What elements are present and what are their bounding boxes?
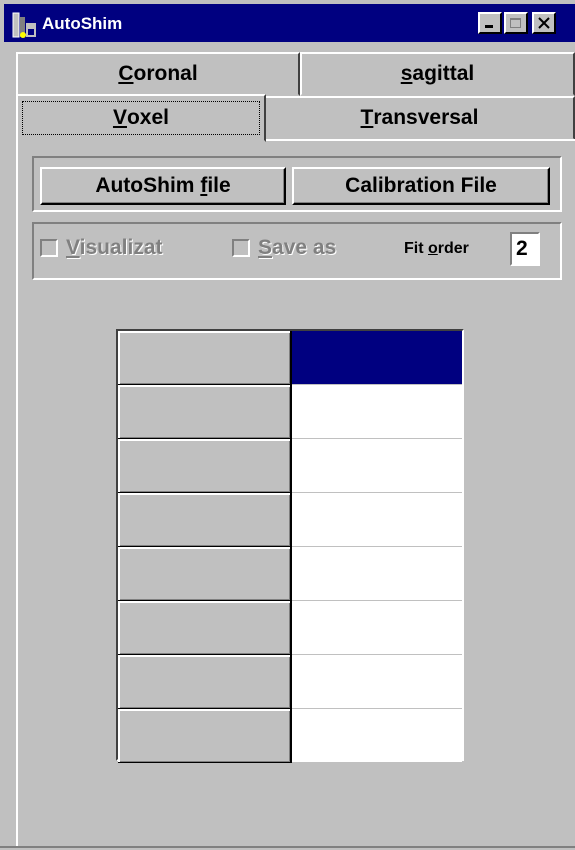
close-button[interactable] — [532, 12, 556, 34]
visualize-accel: V — [66, 236, 80, 259]
grid-value-cell[interactable] — [292, 601, 462, 655]
save-as-label: Save as — [258, 236, 336, 260]
autoshim-window: AutoShim Coronal s agittal Transversal Vo… — [0, 0, 575, 850]
maximize-button[interactable] — [504, 12, 528, 34]
visualize-label: Visualizat — [66, 236, 163, 260]
grid-row[interactable] — [118, 709, 462, 763]
grid-value-cell[interactable] — [292, 331, 462, 385]
window-title: AutoShim — [42, 14, 123, 33]
fit-order-input[interactable]: 2 — [510, 232, 540, 266]
window-bottom-edge — [0, 846, 575, 848]
tab-transversal[interactable]: Transversal — [264, 96, 575, 140]
grid-row[interactable] — [118, 385, 462, 439]
grid-value-cell[interactable] — [292, 655, 462, 709]
grid-value-cell[interactable] — [292, 385, 462, 439]
autoshim-app-icon[interactable] — [12, 11, 38, 39]
grid-value-cell[interactable] — [292, 709, 462, 763]
grid-row[interactable] — [118, 547, 462, 601]
grid-row[interactable] — [118, 439, 462, 493]
fit-order-accel: o — [428, 240, 438, 257]
tab-sagittal-label: agittal — [412, 62, 475, 85]
save-as-checkbox[interactable] — [232, 239, 250, 257]
autoshim-file-button[interactable]: AutoShim f ile — [40, 167, 286, 205]
maximize-icon — [510, 18, 521, 28]
fit-order-post: rder — [437, 240, 469, 257]
tab-voxel-focus — [22, 101, 260, 135]
tab-coronal-accel: C — [118, 62, 134, 85]
fit-order-pre: Fit — [404, 240, 428, 257]
tab-transversal-label: ransversal — [373, 106, 479, 129]
grid-row[interactable] — [118, 601, 462, 655]
data-grid[interactable] — [116, 329, 464, 763]
grid-value-cell[interactable] — [292, 439, 462, 493]
autoshim-file-label-post: ile — [207, 174, 231, 197]
grid-row[interactable] — [118, 655, 462, 709]
tab-coronal-label: oronal — [133, 62, 198, 85]
grid-row-header[interactable] — [118, 547, 292, 601]
visualize-rest: isualizat — [79, 236, 163, 259]
grid-row-header[interactable] — [118, 385, 292, 439]
grid-row-header[interactable] — [118, 439, 292, 493]
grid-row[interactable] — [118, 331, 462, 385]
minimize-icon — [485, 25, 493, 28]
grid-row[interactable] — [118, 493, 462, 547]
close-icon — [538, 17, 550, 29]
grid-value-cell[interactable] — [292, 547, 462, 601]
grid-row-header[interactable] — [118, 601, 292, 655]
title-bar[interactable]: AutoShim — [4, 4, 575, 42]
grid-row-header[interactable] — [118, 655, 292, 709]
tab-sagittal[interactable]: s agittal — [300, 52, 575, 96]
calibration-file-button[interactable]: Calibration File — [292, 167, 550, 205]
grid-row-header[interactable] — [118, 709, 292, 763]
grid-row-header[interactable] — [118, 493, 292, 547]
fit-order-label: Fit order — [404, 240, 469, 258]
tab-panel-left-edge — [16, 140, 18, 846]
tab-coronal[interactable]: Coronal — [16, 52, 300, 96]
autoshim-file-accel: f — [200, 174, 208, 197]
tab-voxel[interactable]: Voxel — [16, 94, 266, 142]
autoshim-file-label-pre: AutoShim — [95, 174, 201, 197]
minimize-button[interactable] — [478, 12, 502, 34]
tab-panel-top-edge — [266, 139, 575, 141]
tab-transversal-accel: T — [360, 106, 374, 129]
grid-value-cell[interactable] — [292, 493, 462, 547]
save-as-accel: S — [258, 236, 273, 259]
tab-sagittal-accel: s — [400, 62, 413, 85]
grid-row-header[interactable] — [118, 331, 292, 385]
save-as-rest: ave as — [272, 236, 337, 259]
calibration-file-label: Calibration File — [345, 174, 497, 197]
visualize-checkbox[interactable] — [40, 239, 58, 257]
